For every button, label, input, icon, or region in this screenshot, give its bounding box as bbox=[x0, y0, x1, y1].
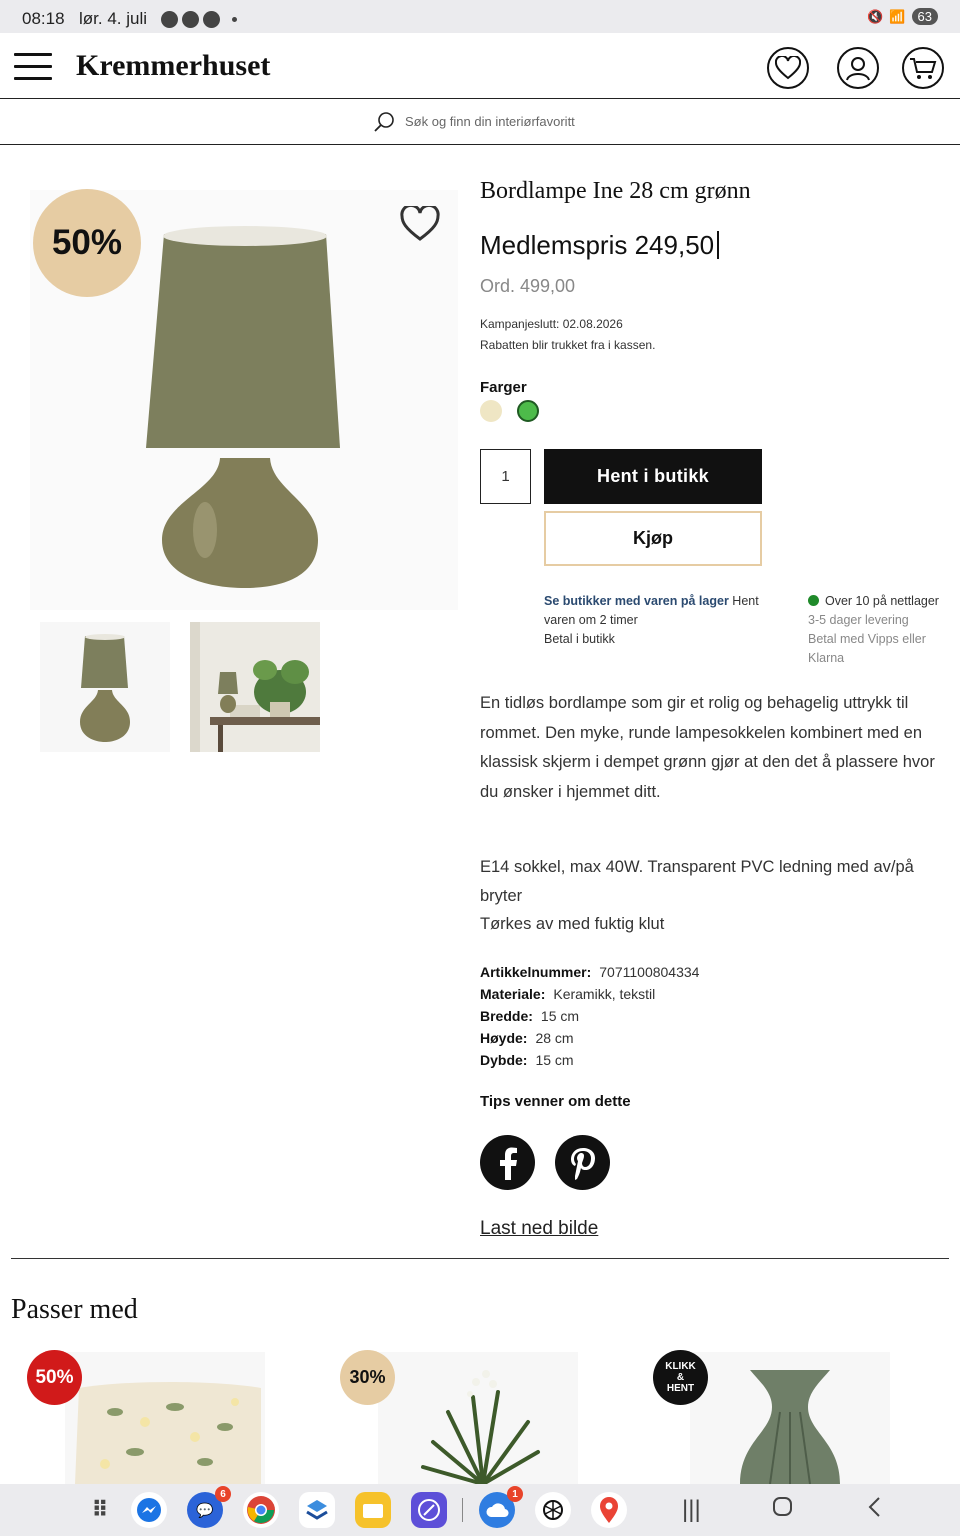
product-details: E14 sokkel, max 40W. Transparent PVC led… bbox=[480, 853, 950, 939]
product-specs: Artikkelnummer: 7071100804334 Materiale: K… bbox=[480, 961, 699, 1071]
member-price: Medlemspris 249,50 bbox=[480, 230, 719, 261]
chrome-app-icon[interactable] bbox=[243, 1492, 279, 1528]
discount-note: Rabatten blir trukket fra i kassen. bbox=[480, 338, 656, 352]
spec-label: Høyde: bbox=[480, 1030, 528, 1046]
spec-row: Høyde: 28 cm bbox=[480, 1027, 699, 1049]
spec-row: Bredde: 15 cm bbox=[480, 1005, 699, 1027]
spec-value: Keramikk, tekstil bbox=[553, 986, 656, 1002]
browser-app-icon[interactable] bbox=[411, 1492, 447, 1528]
menu-icon[interactable] bbox=[14, 53, 52, 81]
search-bar[interactable]: Søk og finn din interiørfavoritt bbox=[0, 99, 960, 145]
in-stock-dot-icon bbox=[808, 595, 819, 606]
recommendations-title: Passer med bbox=[11, 1294, 138, 1325]
mute-icon: 🔇 bbox=[867, 8, 884, 24]
spec-row: Materiale: Keramikk, tekstil bbox=[480, 983, 699, 1005]
online-stock-text: Over 10 på nettlager bbox=[825, 594, 939, 608]
spec-row: Artikkelnummer: 7071100804334 bbox=[480, 961, 699, 983]
weather-badge: 1 bbox=[507, 1486, 523, 1502]
status-time: 08:18 bbox=[22, 9, 65, 28]
click-and-collect-line-2: & bbox=[676, 1372, 685, 1383]
product-description: En tidløs bordlampe som gir et rolig og … bbox=[480, 694, 935, 801]
payment-text: Betal med Vipps eller Klarna bbox=[808, 632, 926, 665]
recommendation-badge-2: 30% bbox=[340, 1350, 395, 1405]
search-placeholder[interactable]: Søk og finn din interiørfavoritt bbox=[405, 114, 575, 129]
messages-app-icon[interactable]: 💬 6 bbox=[187, 1486, 231, 1528]
product-thumbnail-1[interactable] bbox=[40, 622, 170, 752]
messenger-app-icon[interactable] bbox=[131, 1492, 167, 1528]
site-logo[interactable]: Kremmerhuset bbox=[76, 49, 270, 83]
wishlist-heart-icon[interactable] bbox=[767, 47, 809, 89]
share-label: Tips venner om dette bbox=[480, 1093, 631, 1110]
app-drawer-icon[interactable]: ⠿ bbox=[82, 1492, 118, 1528]
click-and-collect-line-3: HENT bbox=[666, 1383, 695, 1394]
store-availability: Se butikker med varen på lager Hent vare… bbox=[544, 592, 784, 649]
spec-value: 15 cm bbox=[535, 1052, 574, 1068]
online-availability: Over 10 på nettlager 3-5 dager levering … bbox=[808, 592, 958, 668]
see-stores-link[interactable]: Se butikker med varen på lager bbox=[544, 594, 729, 608]
yr-notification-icon bbox=[203, 11, 220, 28]
recommendation-product-2[interactable] bbox=[378, 1352, 578, 1484]
spec-value: 28 cm bbox=[535, 1030, 574, 1046]
quantity-input[interactable]: 1 bbox=[480, 449, 531, 504]
product-details-line-1: E14 sokkel, max 40W. Transparent PVC led… bbox=[480, 858, 914, 905]
back-icon[interactable] bbox=[866, 1496, 882, 1525]
recent-apps-icon[interactable]: ||| bbox=[682, 1496, 701, 1524]
product-thumbnail-2[interactable] bbox=[190, 622, 320, 752]
android-nav-bar: ⠿ 💬 6 1 ||| bbox=[0, 1484, 960, 1536]
spec-label: Artikkelnummer: bbox=[480, 964, 592, 980]
site-header: Kremmerhuset bbox=[0, 33, 960, 99]
facebook-icon[interactable] bbox=[480, 1135, 535, 1190]
recommendation-badge-1: 50% bbox=[27, 1350, 82, 1405]
pickup-in-store-button[interactable]: Hent i butikk bbox=[544, 449, 762, 504]
account-user-icon[interactable] bbox=[837, 47, 879, 89]
cart-icon[interactable] bbox=[902, 47, 944, 89]
section-divider bbox=[11, 1258, 949, 1259]
spec-row: Dybde: 15 cm bbox=[480, 1049, 699, 1071]
messenger-notification-icon bbox=[161, 11, 178, 28]
wifi-icon: 📶 bbox=[889, 8, 906, 24]
delivery-text: 3-5 dager levering bbox=[808, 613, 909, 627]
files-app-icon[interactable] bbox=[355, 1492, 391, 1528]
click-and-collect-line-1: KLIKK bbox=[665, 1361, 696, 1372]
search-icon[interactable] bbox=[373, 111, 395, 138]
spec-value: 7071100804334 bbox=[599, 964, 700, 980]
status-right: 🔇 📶 63 bbox=[867, 8, 938, 25]
spec-label: Bredde: bbox=[480, 1008, 533, 1024]
stack-notification-icon bbox=[182, 11, 199, 28]
weather-app-icon[interactable]: 1 bbox=[479, 1486, 523, 1528]
messages-badge: 6 bbox=[215, 1486, 231, 1502]
status-bar: 08:18 lør. 4. juli 🔇 📶 63 bbox=[0, 0, 960, 33]
notification-icons bbox=[161, 11, 237, 28]
buy-button[interactable]: Kjøp bbox=[544, 511, 762, 566]
recommendation-product-1[interactable] bbox=[65, 1352, 265, 1484]
spec-label: Materiale: bbox=[480, 986, 546, 1002]
favorite-heart-icon[interactable] bbox=[400, 203, 440, 247]
product-details-line-2: Tørkes av med fuktig klut bbox=[480, 915, 665, 933]
product-title: Bordlampe Ine 28 cm grønn bbox=[480, 178, 751, 204]
home-icon[interactable] bbox=[772, 1496, 794, 1525]
chatgpt-app-icon[interactable] bbox=[535, 1492, 571, 1528]
color-swatch-beige[interactable] bbox=[480, 400, 502, 422]
status-date: lør. 4. juli bbox=[79, 9, 148, 28]
discount-badge: 50% bbox=[33, 189, 141, 297]
campaign-end: Kampanjeslutt: 02.08.2026 bbox=[480, 317, 623, 331]
recommendation-product-3[interactable] bbox=[690, 1352, 890, 1484]
ordinary-price: Ord. 499,00 bbox=[480, 276, 576, 296]
store-payment-text: Betal i butikk bbox=[544, 632, 615, 646]
more-notifications-icon bbox=[232, 17, 237, 22]
chat-bubble-icon: 💬 bbox=[196, 1501, 214, 1518]
click-and-collect-badge: KLIKK & HENT bbox=[653, 1350, 708, 1405]
spec-value: 15 cm bbox=[540, 1008, 580, 1024]
dock-separator bbox=[462, 1498, 463, 1522]
pinterest-icon[interactable] bbox=[555, 1135, 610, 1190]
battery-indicator: 63 bbox=[911, 8, 938, 25]
stack-app-icon[interactable] bbox=[299, 1492, 335, 1528]
colors-label: Farger bbox=[480, 379, 527, 396]
download-image-link[interactable]: Last ned bilde bbox=[480, 1218, 598, 1240]
color-swatch-green[interactable] bbox=[517, 400, 539, 422]
spec-label: Dybde: bbox=[480, 1052, 528, 1068]
maps-app-icon[interactable] bbox=[591, 1492, 627, 1528]
